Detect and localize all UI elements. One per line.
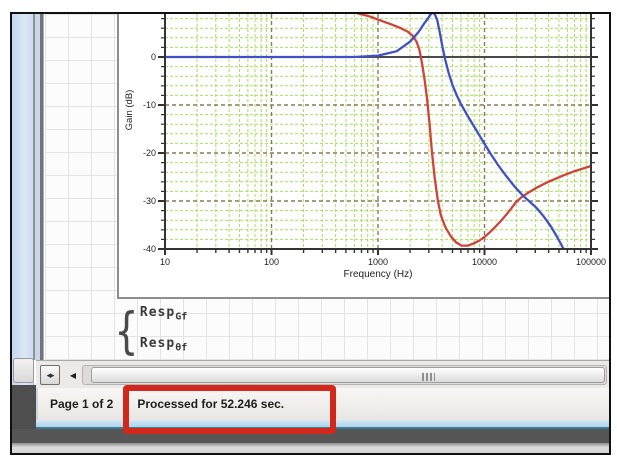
scroll-left-button[interactable]: ◀ [66, 365, 80, 385]
app-window: 10 100 1000 10000 100000 0 -10 -20 -30 -40 Gain (d… [10, 12, 611, 455]
gain-plot-container: 10 100 1000 10000 100000 0 -10 -20 -30 -40 Gain (d… [117, 14, 609, 299]
y-tick-label: 0 [151, 52, 156, 62]
x-axis-title: Frequency (Hz) [344, 269, 413, 280]
gain-plot-svg: 10 100 1000 10000 100000 0 -10 -20 -30 -40 Gain (d… [119, 14, 609, 297]
x-tick-label: 1000 [368, 257, 388, 267]
y-tick-label: -30 [143, 196, 156, 206]
legend-brace: { [115, 296, 138, 365]
y-tick-label: -10 [143, 100, 156, 110]
x-tick-label: 100000 [576, 257, 606, 267]
legend-sub-gf: Gf [175, 312, 187, 323]
y-tick-label: -40 [143, 244, 156, 254]
thumb-grip-icon [422, 373, 435, 381]
left-margin-strip [12, 14, 34, 386]
page-indicator: Page 1 of 2 [50, 397, 113, 411]
legend-lines: RespGf Respθf [140, 300, 187, 361]
x-tick-label: 10000 [472, 257, 497, 267]
legend-item-resp-thetaf: Respθf [140, 331, 187, 362]
y-tick-label: -20 [143, 148, 156, 158]
scroll-split-button[interactable]: ◂▸ [40, 365, 60, 385]
split-arrows-icon: ◂▸ [46, 370, 53, 381]
screenshot-root: 10 100 1000 10000 100000 0 -10 -20 -30 -40 Gain (d… [0, 0, 617, 463]
x-tick-label: 100 [264, 257, 279, 267]
legend-item-resp-gf: RespGf [140, 300, 187, 331]
scrollbar-track[interactable] [82, 365, 607, 385]
left-arrow-icon: ◀ [70, 371, 76, 380]
bottom-left-corner-button[interactable] [13, 358, 34, 383]
page-edge-line [33, 14, 45, 360]
x-tick-label: 10 [160, 257, 170, 267]
scrollbar-thumb[interactable] [91, 367, 605, 383]
desktop-light-band [12, 443, 609, 453]
plot-trace-legend[interactable]: { RespGf Respθf [115, 300, 187, 361]
legend-sub-thetaf: θf [175, 342, 187, 353]
horizontal-scrollbar: ◂▸ ◀ [36, 360, 609, 388]
annotation-red-rectangle [123, 385, 336, 434]
y-axis-title: Gain (dB) [124, 90, 135, 131]
